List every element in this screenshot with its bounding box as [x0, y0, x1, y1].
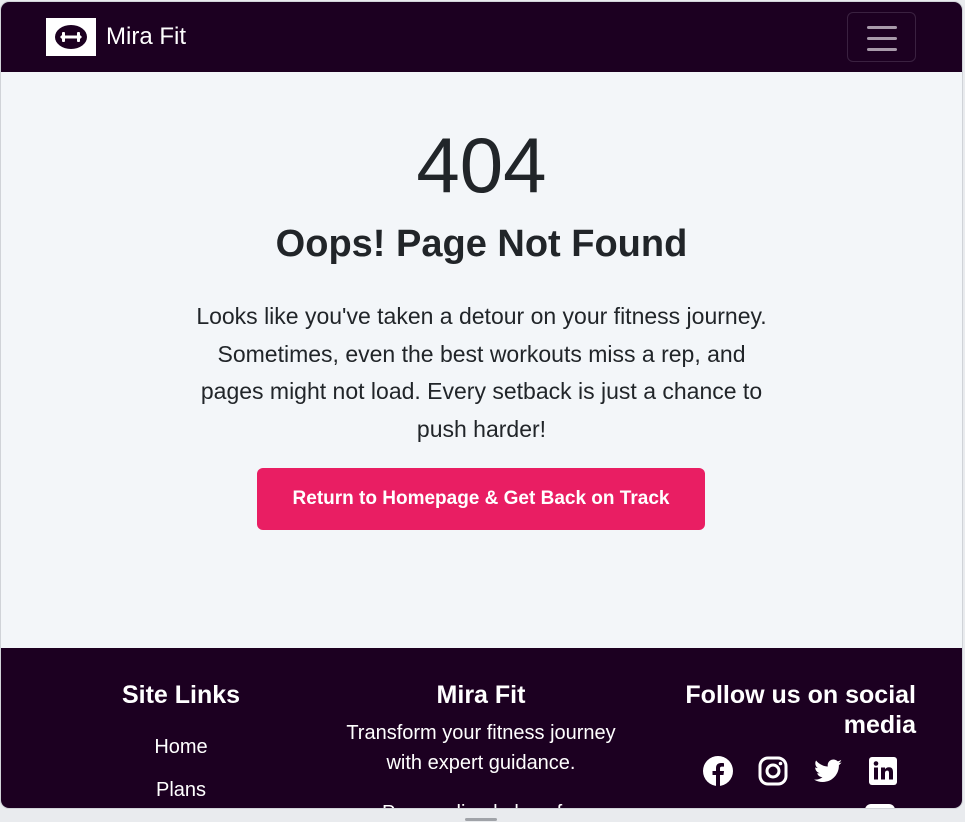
linkedin-link[interactable]: [866, 754, 900, 788]
facebook-icon: [703, 756, 733, 786]
instagram-icon: [758, 756, 788, 786]
scroll-handle[interactable]: [465, 818, 497, 821]
footer-tagline: Transform your fitness journey with expe…: [346, 722, 616, 774]
footer-link-home[interactable]: Home: [121, 735, 241, 759]
instagram-link[interactable]: [756, 754, 790, 788]
dumbbell-icon: [55, 25, 87, 49]
linkedin-icon: [869, 757, 897, 785]
twitter-link[interactable]: [811, 754, 845, 788]
error-message: Looks like you've taken a detour on your…: [196, 303, 767, 442]
error-section: 404 Oops! Page Not Found Looks like you'…: [1, 72, 962, 648]
youtube-icon: [865, 804, 895, 808]
twitter-icon: [814, 759, 842, 782]
facebook-link[interactable]: [701, 754, 735, 788]
error-title: Oops! Page Not Found: [275, 223, 688, 265]
social-title: Follow us on social media: [685, 681, 916, 739]
footer-brand-title: Mira Fit: [436, 681, 526, 709]
youtube-link[interactable]: [863, 798, 897, 808]
site-links-title: Site Links: [121, 681, 241, 709]
brand-logo[interactable]: [46, 18, 96, 56]
return-home-button[interactable]: Return to Homepage & Get Back on Track: [257, 468, 705, 530]
browser-window: Mira Fit 404 Oops! Page Not Found Looks …: [1, 2, 962, 808]
navbar: Mira Fit: [1, 2, 962, 72]
brand-name[interactable]: Mira Fit: [106, 23, 186, 51]
footer-link-plans[interactable]: Plans: [121, 778, 241, 802]
error-code: 404: [416, 121, 547, 209]
footer: Site Links Home Plans Mira Fit Transform…: [1, 648, 962, 808]
footer-more-text: Personalized plans for: [336, 798, 626, 808]
navbar-toggle-button[interactable]: [847, 12, 916, 62]
